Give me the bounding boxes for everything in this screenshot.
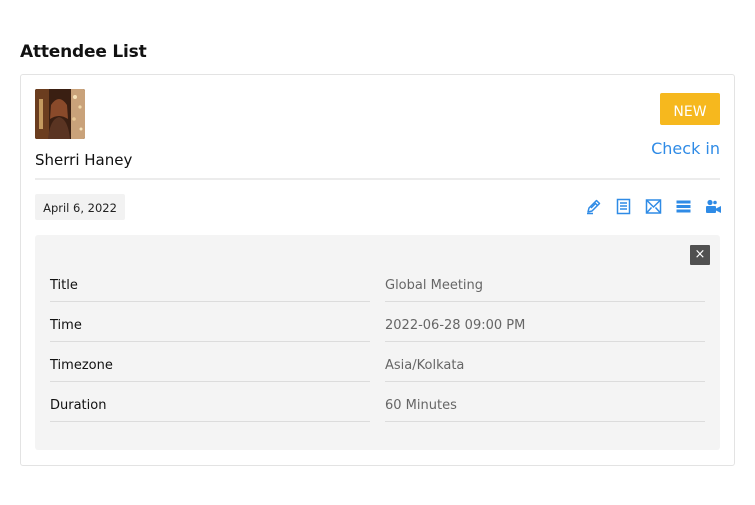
detail-value: 2022-06-28 09:00 PM bbox=[385, 301, 705, 342]
attendee-name: Sherri Haney bbox=[35, 151, 133, 169]
meeting-details-panel: × Title Global Meeting Time 2022-06-28 0… bbox=[35, 235, 720, 450]
new-badge: NEW bbox=[660, 93, 720, 125]
edit-icon[interactable] bbox=[585, 198, 602, 215]
date-chip: April 6, 2022 bbox=[35, 194, 125, 220]
detail-value: Global Meeting bbox=[385, 261, 705, 302]
detail-label: Duration bbox=[50, 381, 370, 422]
video-call-icon[interactable] bbox=[705, 198, 722, 215]
list-icon[interactable] bbox=[675, 198, 692, 215]
detail-row-time: Time 2022-06-28 09:00 PM bbox=[50, 301, 705, 342]
detail-row-timezone: Timezone Asia/Kolkata bbox=[50, 341, 705, 382]
action-icons bbox=[585, 198, 722, 215]
detail-value: 60 Minutes bbox=[385, 381, 705, 422]
detail-label: Time bbox=[50, 301, 370, 342]
detail-row-duration: Duration 60 Minutes bbox=[50, 381, 705, 422]
email-icon[interactable] bbox=[645, 198, 662, 215]
attendee-card: Sherri Haney NEW Check in April 6, 2022 bbox=[20, 74, 735, 466]
detail-value: Asia/Kolkata bbox=[385, 341, 705, 382]
document-icon[interactable] bbox=[615, 198, 632, 215]
avatar bbox=[35, 89, 85, 139]
detail-label: Timezone bbox=[50, 341, 370, 382]
divider bbox=[35, 178, 720, 180]
detail-row-title: Title Global Meeting bbox=[50, 261, 705, 302]
page-title: Attendee List bbox=[20, 42, 147, 62]
detail-label: Title bbox=[50, 261, 370, 302]
check-in-link[interactable]: Check in bbox=[651, 139, 720, 158]
